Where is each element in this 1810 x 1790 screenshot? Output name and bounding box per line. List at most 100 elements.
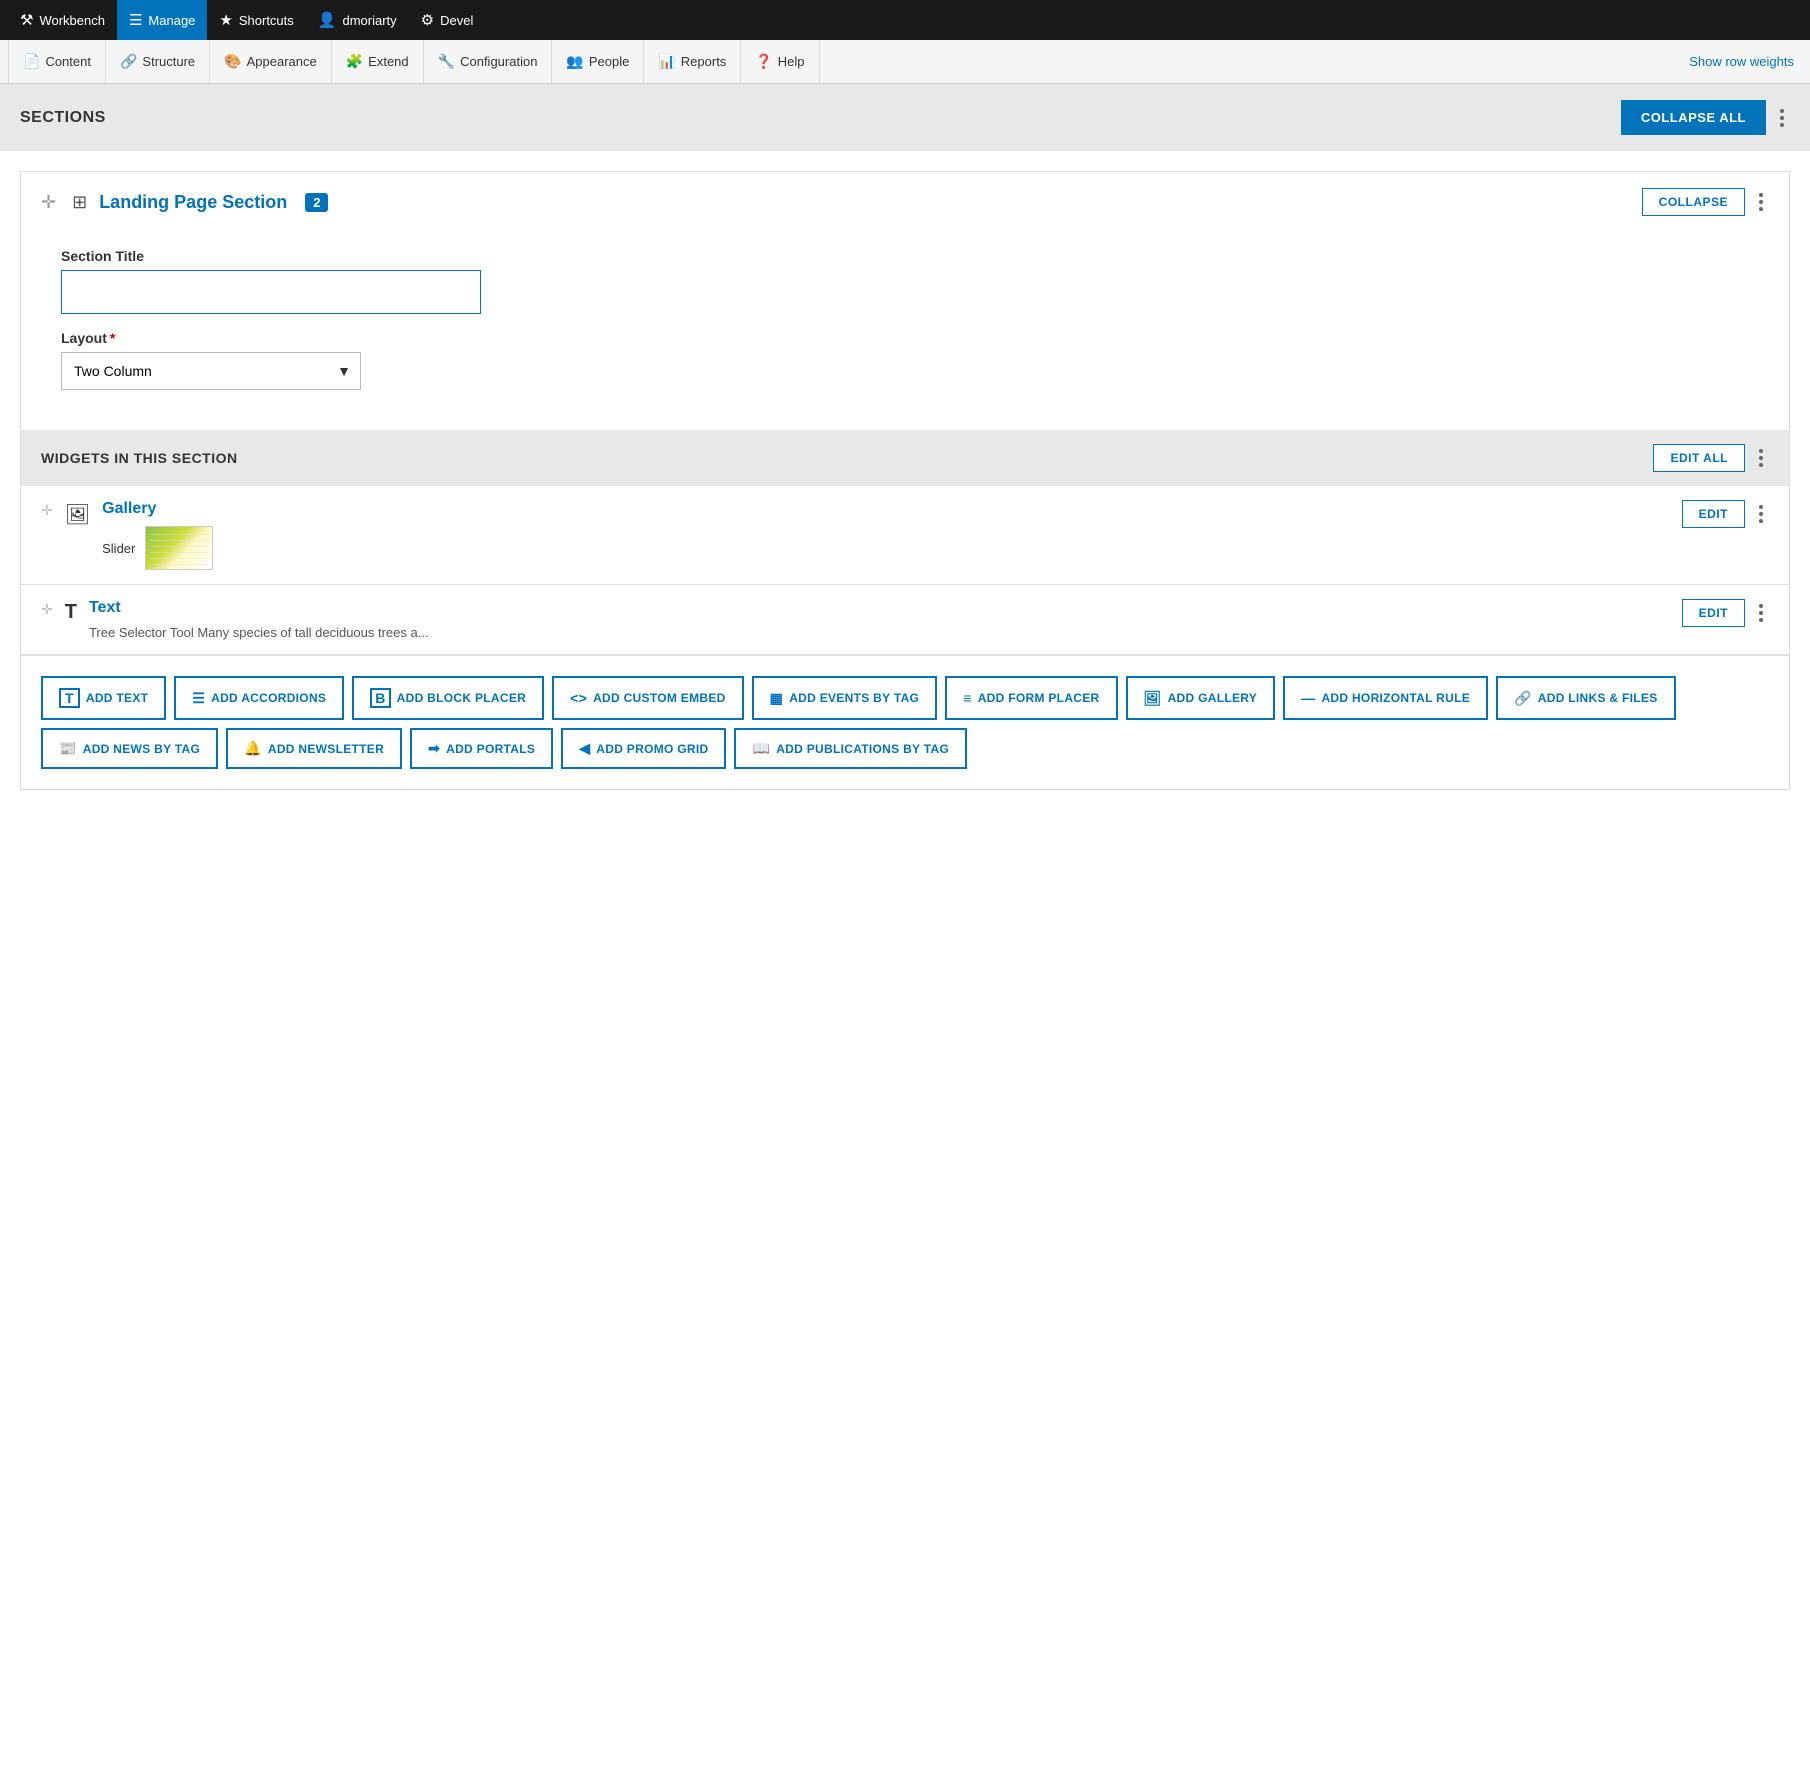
nav-devel-label: Devel — [440, 13, 473, 28]
devel-icon: ⚙ — [421, 11, 434, 29]
add-events-by-tag-button[interactable]: ▦ ADD EVENTS BY TAG — [752, 676, 938, 720]
sections-header-right: COLLAPSE ALL — [1621, 100, 1790, 135]
text-edit-button[interactable]: EDIT — [1682, 599, 1745, 627]
add-newsletter-button[interactable]: 🔔 ADD NEWSLETTER — [226, 728, 402, 769]
configuration-icon: 🔧 — [438, 53, 455, 70]
add-events-by-tag-icon: ▦ — [770, 690, 784, 707]
required-indicator: * — [110, 330, 115, 346]
nav-help-label: Help — [778, 54, 805, 69]
widgets-header-right: EDIT ALL — [1653, 444, 1769, 472]
gallery-actions: EDIT — [1682, 500, 1769, 528]
section-body: Section Title Layout* One Column Two Col… — [21, 248, 1789, 410]
add-buttons-area: T ADD TEXT ☰ ADD ACCORDIONS B ADD BLOCK … — [21, 655, 1789, 789]
text-menu-button[interactable] — [1753, 602, 1769, 624]
add-newsletter-icon: 🔔 — [244, 740, 262, 757]
nav-devel[interactable]: ⚙ Devel — [409, 0, 486, 40]
nav-structure[interactable]: 🔗 Structure — [106, 40, 210, 83]
section-name-link[interactable]: Landing Page Section — [99, 192, 287, 213]
add-promo-grid-icon: ◀ — [579, 740, 590, 757]
nav-people[interactable]: 👥 People — [552, 40, 644, 83]
widgets-menu-button[interactable] — [1753, 447, 1769, 469]
edit-all-button[interactable]: EDIT ALL — [1653, 444, 1745, 472]
nav-dmoriarty[interactable]: 👤 dmoriarty — [306, 0, 409, 40]
add-form-placer-icon: ≡ — [963, 690, 971, 706]
add-links-files-icon: 🔗 — [1514, 690, 1532, 707]
structure-icon: 🔗 — [120, 53, 137, 70]
nav-workbench-label: Workbench — [39, 13, 105, 28]
nav-reports[interactable]: 📊 Reports — [644, 40, 741, 83]
add-accordions-button[interactable]: ☰ ADD ACCORDIONS — [174, 676, 344, 720]
sections-header: SECTIONS COLLAPSE ALL — [0, 84, 1810, 151]
layout-select[interactable]: One Column Two Column Three Column — [61, 352, 361, 390]
section-actions: COLLAPSE — [1642, 188, 1769, 216]
nav-configuration-label: Configuration — [460, 54, 537, 69]
top-navigation: ⚒ Workbench ☰ Manage ★ Shortcuts 👤 dmori… — [0, 0, 1810, 40]
widgets-header: WIDGETS IN THIS SECTION EDIT ALL — [21, 430, 1789, 486]
add-block-placer-button[interactable]: B ADD BLOCK PLACER — [352, 676, 544, 720]
widget-item-gallery: ✛ 🖼 Gallery Slider EDIT — [21, 486, 1789, 585]
extend-icon: 🧩 — [346, 53, 363, 70]
gallery-menu-button[interactable] — [1753, 503, 1769, 525]
text-description: Tree Selector Tool Many species of tall … — [89, 625, 1670, 640]
add-publications-by-tag-button[interactable]: 📖 ADD PUBLICATIONS BY TAG — [734, 728, 967, 769]
add-gallery-button[interactable]: 🖼 ADD GALLERY — [1126, 676, 1276, 720]
gallery-preview: Slider — [102, 526, 1670, 570]
help-icon: ❓ — [755, 53, 772, 70]
nav-appearance[interactable]: 🎨 Appearance — [210, 40, 332, 83]
gallery-info: Gallery Slider — [102, 500, 1670, 570]
nav-shortcuts-label: Shortcuts — [239, 13, 294, 28]
nav-dmoriarty-label: dmoriarty — [342, 13, 396, 28]
people-icon: 👥 — [566, 53, 583, 70]
section-title-input[interactable] — [61, 270, 481, 314]
section-header-row: ✛ ⊞ Landing Page Section 2 COLLAPSE — [21, 172, 1789, 232]
add-promo-grid-button[interactable]: ◀ ADD PROMO GRID — [561, 728, 726, 769]
add-custom-embed-icon: <> — [570, 690, 587, 706]
section-title-label: Section Title — [61, 248, 1769, 264]
add-portals-button[interactable]: ➡ ADD PORTALS — [410, 728, 553, 769]
nav-workbench[interactable]: ⚒ Workbench — [8, 0, 117, 40]
text-actions: EDIT — [1682, 599, 1769, 627]
collapse-all-button[interactable]: COLLAPSE ALL — [1621, 100, 1766, 135]
add-links-files-button[interactable]: 🔗 ADD LINKS & FILES — [1496, 676, 1676, 720]
section-drag-handle[interactable]: ✛ — [41, 192, 56, 213]
nav-manage-label: Manage — [148, 13, 195, 28]
reports-icon: 📊 — [658, 53, 675, 70]
section-badge: 2 — [305, 193, 328, 212]
gallery-edit-button[interactable]: EDIT — [1682, 500, 1745, 528]
section-container: ✛ ⊞ Landing Page Section 2 COLLAPSE Sect… — [20, 171, 1790, 790]
workbench-icon: ⚒ — [20, 11, 33, 29]
nav-shortcuts[interactable]: ★ Shortcuts — [207, 0, 305, 40]
add-text-icon: T — [59, 688, 80, 708]
section-menu-button[interactable] — [1753, 191, 1769, 213]
text-name-link[interactable]: Text — [89, 599, 1670, 617]
nav-help[interactable]: ❓ Help — [741, 40, 819, 83]
show-row-weights-link[interactable]: Show row weights — [1689, 54, 1802, 69]
collapse-section-button[interactable]: COLLAPSE — [1642, 188, 1745, 216]
gallery-preview-label: Slider — [102, 541, 135, 556]
add-news-by-tag-button[interactable]: 📰 ADD NEWS BY TAG — [41, 728, 218, 769]
layout-label: Layout* — [61, 330, 1769, 346]
nav-configuration[interactable]: 🔧 Configuration — [424, 40, 553, 83]
shortcuts-icon: ★ — [219, 11, 232, 29]
add-buttons-grid: T ADD TEXT ☰ ADD ACCORDIONS B ADD BLOCK … — [41, 676, 1769, 769]
gallery-thumbnail — [145, 526, 213, 570]
nav-content-label: Content — [45, 54, 91, 69]
nav-extend-label: Extend — [368, 54, 408, 69]
nav-manage[interactable]: ☰ Manage — [117, 0, 207, 40]
gallery-drag-handle[interactable]: ✛ — [41, 502, 53, 519]
add-block-placer-icon: B — [370, 688, 390, 708]
add-text-button[interactable]: T ADD TEXT — [41, 676, 166, 720]
appearance-icon: 🎨 — [224, 53, 241, 70]
add-gallery-icon: 🖼 — [1144, 690, 1162, 707]
add-publications-by-tag-icon: 📖 — [752, 740, 770, 757]
add-form-placer-button[interactable]: ≡ ADD FORM PLACER — [945, 676, 1117, 720]
sections-menu-button[interactable] — [1774, 107, 1790, 129]
nav-extend[interactable]: 🧩 Extend — [332, 40, 424, 83]
add-custom-embed-button[interactable]: <> ADD CUSTOM EMBED — [552, 676, 744, 720]
add-horizontal-rule-button[interactable]: — ADD HORIZONTAL RULE — [1283, 676, 1488, 720]
text-drag-handle[interactable]: ✛ — [41, 601, 53, 618]
text-widget-icon: T — [65, 601, 77, 624]
gallery-widget-icon: 🖼 — [65, 502, 90, 527]
nav-content[interactable]: 📄 Content — [8, 40, 106, 83]
gallery-name-link[interactable]: Gallery — [102, 500, 1670, 518]
